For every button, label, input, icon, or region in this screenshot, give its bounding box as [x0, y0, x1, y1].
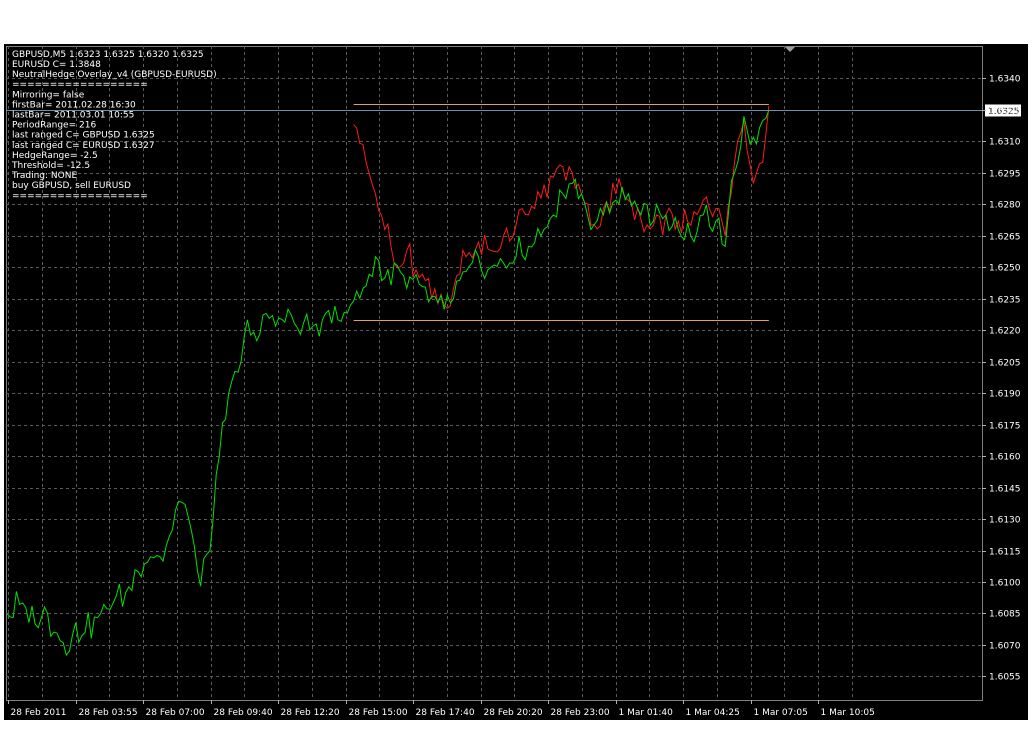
- y-tick-label: 1.6265: [989, 233, 1021, 243]
- chart-shift-marker[interactable]: [785, 47, 795, 52]
- info-line: NeutralHedge Overlay_v4 (GBPUSD-EURUSD): [12, 70, 217, 80]
- x-tick-label: 28 Feb 09:40: [214, 708, 273, 718]
- y-tick-label: 1.6235: [989, 296, 1021, 306]
- chart-canvas[interactable]: 1.6325 1.6340 1.6325 1.6310 1.6295 1.6280 1.6…: [4, 44, 1028, 720]
- y-tick-label: 1.6070: [989, 642, 1021, 652]
- current-price-line: 1.6325: [6, 104, 1021, 117]
- x-tick-label: 28 Feb 2011: [11, 708, 67, 718]
- x-tick-label: 28 Feb 07:00: [146, 708, 205, 718]
- y-tick-label: 1.6280: [989, 201, 1021, 211]
- y-tick-label: 1.6250: [989, 264, 1021, 274]
- y-tick-label: 1.6205: [989, 359, 1021, 369]
- info-line: ==================: [12, 80, 148, 90]
- x-tick-label: 1 Mar 07:05: [754, 708, 808, 718]
- y-tick-label: 1.6145: [989, 485, 1021, 495]
- x-tick-label: 28 Feb 23:00: [551, 708, 610, 718]
- x-tick-label: 28 Feb 15:00: [349, 708, 408, 718]
- symbol-header: GBPUSD,M5 1.6323 1.6325 1.6320 1.6325: [12, 50, 204, 60]
- y-tick-label: 1.6325: [989, 107, 1021, 117]
- info-line: HedgeRange= -2.5: [12, 151, 98, 161]
- y-tick-label: 1.6130: [989, 516, 1021, 526]
- info-line: Threshold= -12.5: [11, 161, 90, 171]
- chart-window[interactable]: 1.6325 1.6340 1.6325 1.6310 1.6295 1.6280 1.6…: [4, 44, 1028, 720]
- info-line: last ranged C= EURUSD 1.6327: [12, 141, 155, 151]
- y-tick-label: 1.6310: [989, 138, 1021, 148]
- info-line: lastBar= 2011.03.01 10:55: [12, 111, 134, 121]
- y-tick-label: 1.6175: [989, 422, 1021, 432]
- price-axis[interactable]: 1.6340 1.6325 1.6310 1.6295 1.6280 1.6265 1.62…: [982, 75, 1021, 683]
- y-tick-label: 1.6055: [989, 673, 1021, 683]
- y-tick-label: 1.6340: [989, 75, 1021, 85]
- x-tick-label: 28 Feb 17:40: [416, 708, 475, 718]
- info-line: buy GBPUSD, sell EURUSD: [12, 181, 131, 191]
- time-axis[interactable]: 28 Feb 2011 28 Feb 03:55 28 Feb 07:00 28 Fe…: [8, 700, 875, 718]
- range-lines: [353, 104, 769, 321]
- x-tick-label: 1 Mar 01:40: [619, 708, 674, 718]
- info-line: ==================: [12, 191, 148, 201]
- x-tick-label: 28 Feb 20:20: [484, 708, 543, 718]
- y-tick-label: 1.6115: [989, 548, 1021, 558]
- x-tick-label: 28 Feb 12:20: [281, 708, 340, 718]
- info-line: firstBar= 2011.02.28 16:30: [12, 100, 136, 110]
- info-line: Trading: NONE: [11, 171, 77, 181]
- info-line: Mirroring= false: [12, 90, 85, 100]
- info-line: last ranged C= GBPUSD 1.6325: [12, 131, 155, 141]
- y-tick-label: 1.6100: [989, 579, 1021, 589]
- y-tick-label: 1.6190: [989, 390, 1021, 400]
- info-line: PeriodRange= 216: [12, 121, 96, 131]
- info-line: EURUSD C= 1.3848: [12, 60, 101, 70]
- x-tick-label: 1 Mar 04:25: [686, 708, 740, 718]
- y-tick-label: 1.6085: [989, 610, 1021, 620]
- indicator-info: EURUSD C= 1.3848NeutralHedge Overlay_v4 …: [11, 60, 217, 201]
- x-tick-label: 28 Feb 03:55: [79, 708, 138, 718]
- y-tick-label: 1.6295: [989, 170, 1021, 180]
- y-tick-label: 1.6220: [989, 327, 1021, 337]
- y-tick-label: 1.6160: [989, 453, 1021, 463]
- x-tick-label: 1 Mar 10:05: [821, 708, 875, 718]
